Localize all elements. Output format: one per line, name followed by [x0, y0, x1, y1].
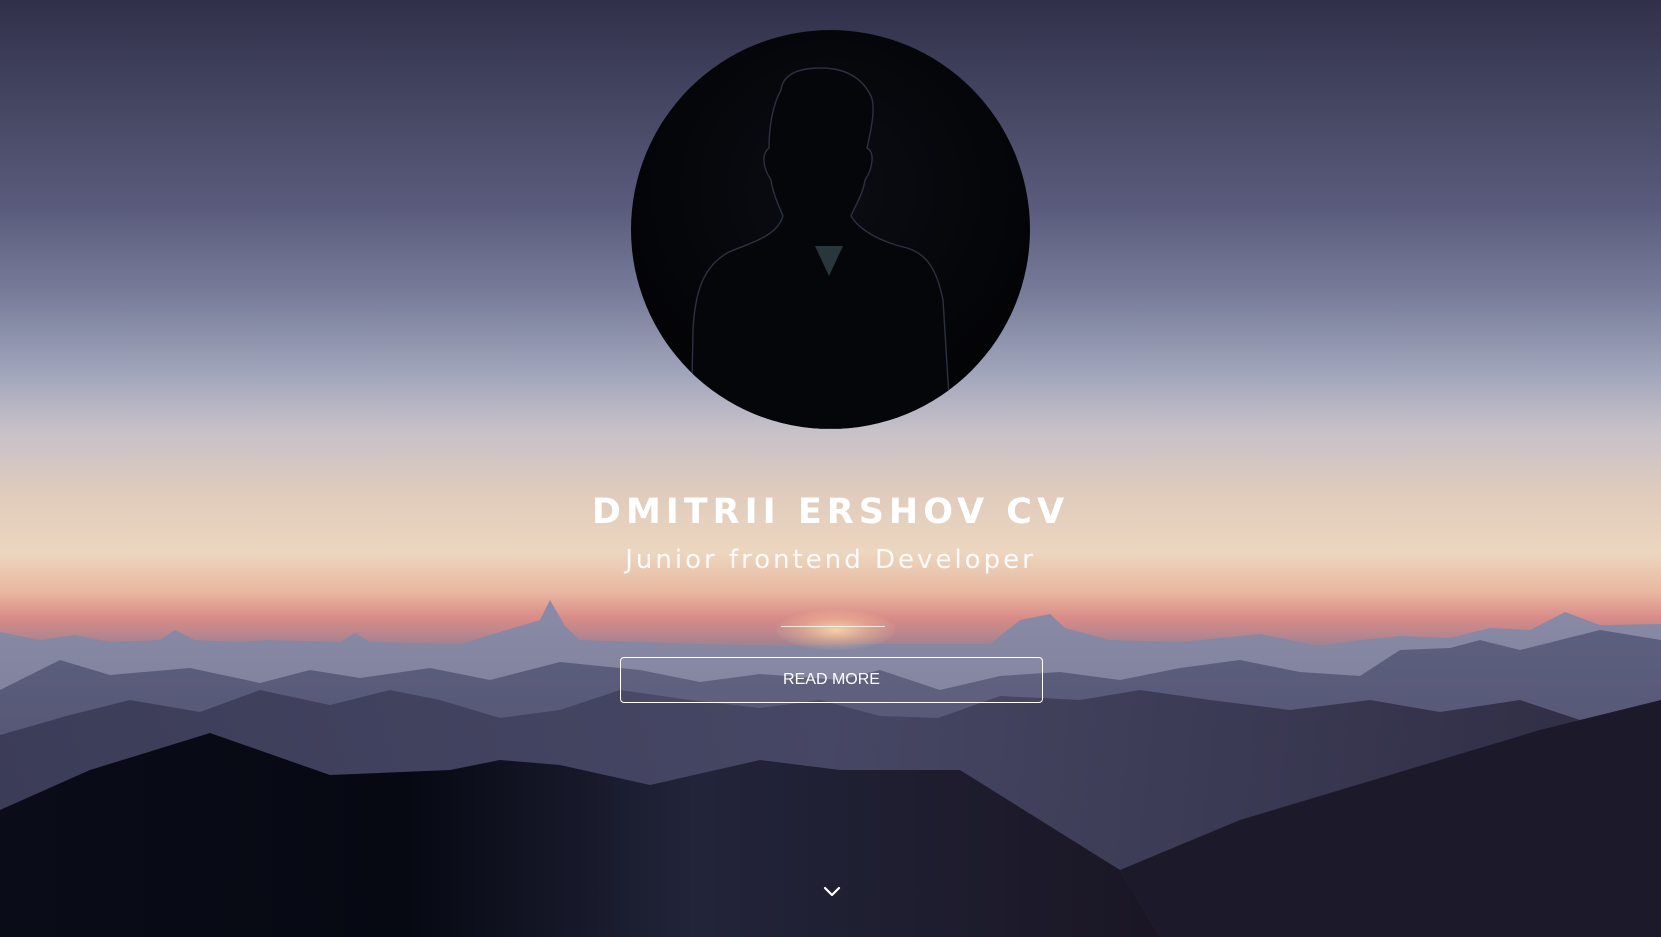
- page-subtitle: Junior frontend Developer: [625, 545, 1036, 575]
- chevron-down-icon: [823, 886, 841, 897]
- page-title: DMITRII ERSHOV CV: [591, 492, 1070, 532]
- person-silhouette-icon: [690, 67, 952, 429]
- read-more-label: READ MORE: [783, 671, 880, 688]
- hero-section: DMITRII ERSHOV CV Junior frontend Develo…: [0, 0, 1661, 937]
- scroll-down-button[interactable]: [820, 880, 844, 904]
- divider: [781, 626, 885, 627]
- read-more-button[interactable]: READ MORE: [620, 657, 1043, 703]
- profile-avatar: [631, 30, 1030, 429]
- sun-glow: [776, 610, 896, 650]
